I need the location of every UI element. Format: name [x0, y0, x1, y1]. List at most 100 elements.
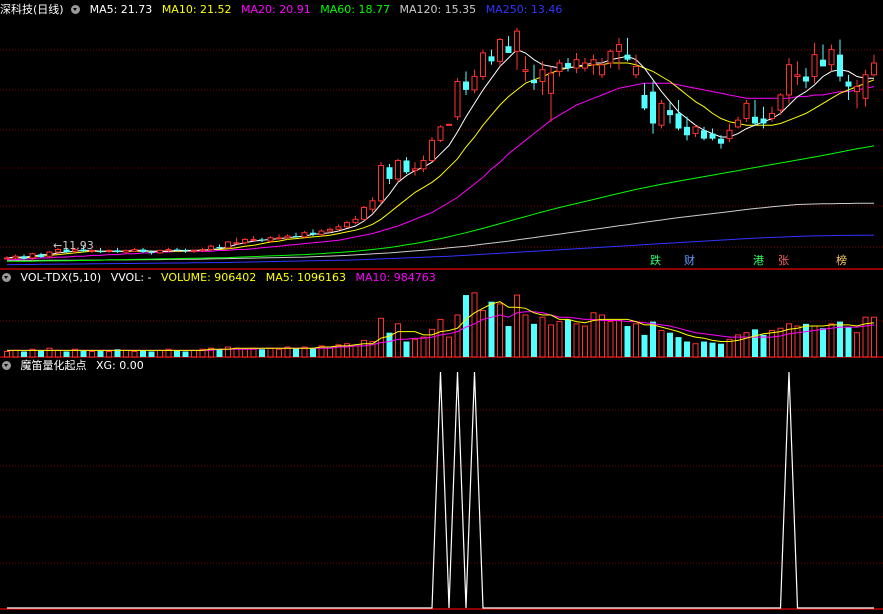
volume-bar-down [684, 341, 690, 357]
news-tag-text: 张 [778, 254, 789, 267]
ma10-line [7, 62, 875, 259]
candle-body-up [395, 159, 401, 180]
news-tag[interactable]: 港 [753, 254, 764, 267]
candle-body-up [335, 226, 342, 230]
volume-bar-up [548, 324, 554, 358]
candle-body-up [590, 59, 597, 66]
volume-bar-down [675, 337, 682, 357]
volume-bar-up [582, 325, 588, 358]
volume-bar-up [55, 349, 61, 358]
news-tag[interactable]: 张 [778, 254, 789, 267]
candle-body-up [539, 69, 546, 83]
candle-body-up [165, 249, 172, 252]
candle-body-up [871, 62, 877, 76]
candle-body-down [21, 256, 27, 259]
volume-bar-up [4, 350, 10, 358]
candle-body-up [692, 126, 699, 135]
candle-body-down [463, 81, 469, 90]
volume-bar-up [46, 347, 53, 358]
ma60-label: MA60: 18.77 [320, 3, 390, 16]
candle-body-up [267, 237, 274, 242]
candle-body-up [420, 159, 427, 170]
chart-canvas [0, 27, 883, 610]
candle-body-up [412, 168, 418, 172]
candle-body-down [820, 59, 826, 67]
candle-body-down [709, 133, 716, 139]
kline-chart-window: 深科技(日线) MA5: 21.73 MA10: 21.52 MA20: 20.… [0, 0, 883, 614]
volume-bar-up [437, 318, 444, 358]
volume-bar-up [225, 346, 231, 358]
volume-label: VOLUME: 906402 [161, 271, 257, 284]
candle-body-up [318, 230, 325, 235]
candle-body-up [828, 49, 835, 66]
volume-bar-up [89, 350, 95, 358]
volume-bar-down [488, 301, 495, 357]
volume-bar-down [709, 342, 716, 357]
candle-body-down [403, 160, 410, 173]
candle-body-up [497, 39, 503, 62]
volume-bar-up [157, 349, 163, 358]
candle-body-up [616, 44, 622, 52]
candle-body-up [769, 112, 775, 119]
volume-bar-down [650, 321, 656, 357]
candle-body-down [293, 236, 299, 238]
volume-bar-up [539, 316, 546, 358]
candle-body-down [216, 247, 223, 248]
ma5-label: MA5: 21.73 [89, 3, 153, 16]
volume-bar-up [735, 334, 741, 358]
candle-body-up [429, 139, 435, 161]
volume-bar-up [497, 303, 503, 358]
candle-body-up [811, 54, 818, 77]
candle-body-up [777, 94, 784, 111]
ma60-line [7, 145, 875, 262]
volume-bar-up [599, 314, 605, 358]
candle-body-up [284, 235, 291, 239]
volume-bar-up [276, 348, 282, 358]
candle-body-up [352, 218, 359, 224]
candle-body-up [743, 102, 750, 119]
volume-bar-down [701, 341, 707, 357]
candle-body-down [488, 56, 495, 62]
volume-bar-down [505, 326, 512, 357]
volume-bar-up [573, 323, 580, 358]
news-tag-text: 跌 [650, 254, 661, 267]
candle-body-up [242, 238, 248, 244]
candle-body-up [157, 249, 163, 254]
volume-bar-down [820, 328, 826, 357]
panel-menu-icon[interactable] [2, 273, 11, 282]
candle-body-up [46, 251, 53, 257]
candle-body-up [276, 237, 282, 240]
volume-bar-up [743, 332, 750, 358]
candle-body-up [4, 257, 10, 260]
news-tag-text: 财 [684, 254, 695, 267]
candle-body-up [599, 64, 605, 76]
candle-body-up [250, 238, 257, 241]
candle-body-down [684, 126, 690, 136]
volume-bar-up [352, 345, 359, 358]
price-panel-header: 深科技(日线) MA5: 21.73 MA10: 21.52 MA20: 20.… [0, 3, 568, 17]
xg-label: XG: 0.00 [96, 359, 144, 372]
news-tag[interactable]: 榜 [836, 254, 847, 267]
volume-bar-up [480, 310, 486, 358]
volume-bar-up [522, 314, 529, 358]
candle-body-down [565, 63, 571, 69]
signal-indicator-name: 魔笛量化起点 [20, 359, 87, 372]
ma5-line [6, 49, 874, 259]
vol-ma5-label: MA5: 1096163 [265, 271, 346, 284]
ma250-label: MA250: 13.46 [485, 3, 563, 16]
news-tag[interactable]: 跌 [650, 254, 661, 267]
volume-bar-up [106, 350, 112, 358]
news-tag[interactable]: 财 [684, 254, 695, 267]
candle-body-down [259, 239, 265, 241]
candle-body-up [378, 165, 384, 202]
candle-body-down [845, 81, 852, 87]
volume-bar-down [63, 351, 70, 357]
candle-body-down [531, 79, 537, 84]
candle-body-down [837, 54, 843, 77]
volume-bar-up [446, 336, 452, 358]
panel-menu-icon[interactable] [71, 5, 81, 14]
candle-body-up [301, 232, 308, 238]
panel-menu-icon[interactable] [2, 361, 11, 370]
xg-signal-line [7, 371, 874, 609]
volume-bar-up [412, 338, 418, 358]
